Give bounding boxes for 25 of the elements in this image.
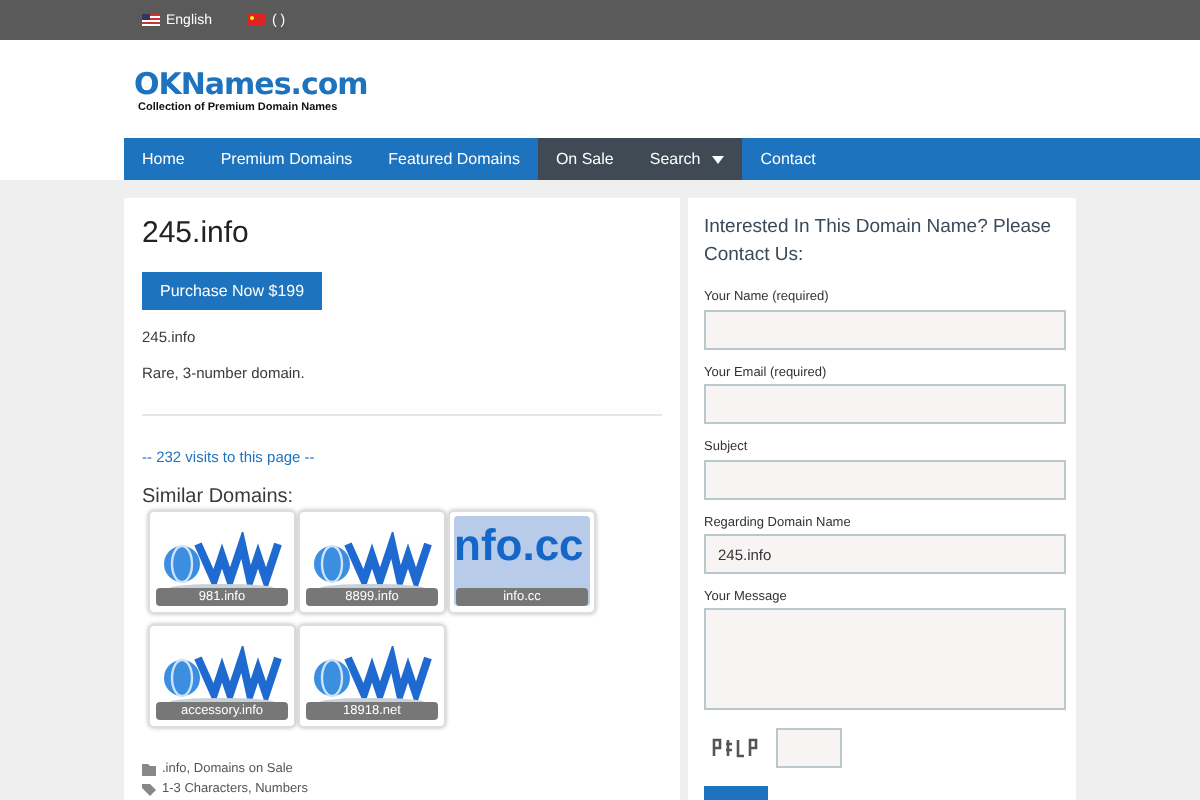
nav-item[interactable]: Home xyxy=(124,138,203,180)
globe-www-icon xyxy=(162,645,282,705)
captcha-image xyxy=(712,738,760,758)
page-title: 245.info xyxy=(142,214,251,250)
purchase-button[interactable]: Purchase Now $199 xyxy=(142,272,323,310)
captcha-field[interactable] xyxy=(776,728,842,768)
nav-item[interactable]: Contact xyxy=(742,138,834,180)
input-field[interactable] xyxy=(704,384,1066,424)
contact-heading: Interested In This Domain Name? Please Contact Us: xyxy=(704,214,1054,270)
nav-item[interactable]: On Sale xyxy=(537,138,632,180)
globe-www-icon xyxy=(312,531,432,591)
globe-www-icon xyxy=(162,531,282,591)
message-field[interactable] xyxy=(704,608,1066,710)
nav-item[interactable]: Featured Domains xyxy=(370,138,538,180)
site-logo[interactable]: OKNames.com xyxy=(134,65,368,101)
nav-item[interactable]: Premium Domains xyxy=(202,138,371,180)
globe-www-icon xyxy=(312,645,432,705)
input-field[interactable] xyxy=(704,459,1066,499)
input-field[interactable] xyxy=(704,309,1066,349)
folder-icon xyxy=(142,763,156,775)
china-flag-icon xyxy=(247,14,266,26)
nav-item[interactable]: Search xyxy=(631,138,743,180)
tag-icon xyxy=(142,783,156,795)
similar-heading: Similar Domains: xyxy=(142,486,296,508)
us-flag-icon xyxy=(142,14,160,26)
